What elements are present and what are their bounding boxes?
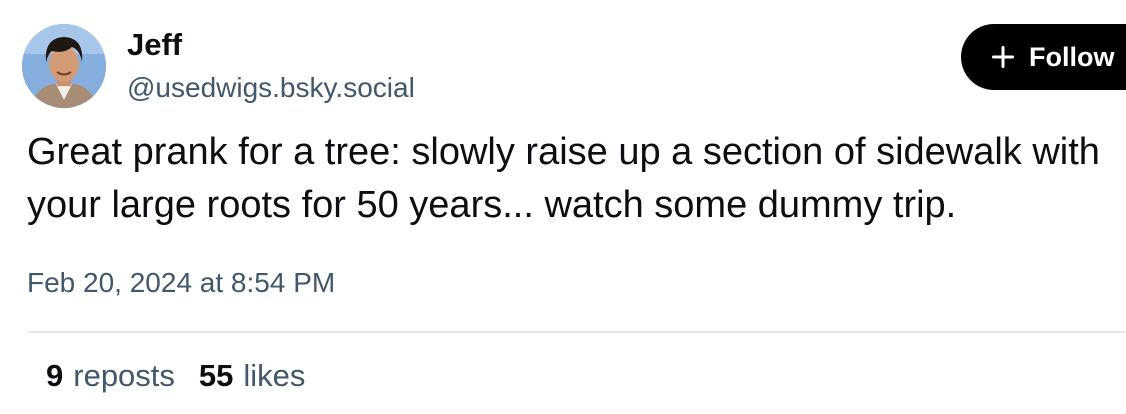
post-timestamp[interactable]: Feb 20, 2024 at 8:54 PM: [27, 265, 335, 301]
display-name[interactable]: Jeff: [127, 26, 182, 64]
likes-count: 55: [198, 358, 234, 393]
reposts-stat[interactable]: 9 reposts: [46, 356, 175, 396]
likes-label: likes: [243, 358, 306, 393]
post-stats: 9 reposts 55 likes: [46, 356, 305, 396]
likes-stat[interactable]: 55 likes: [199, 356, 306, 396]
follow-button[interactable]: Follow: [961, 24, 1126, 90]
divider: [27, 331, 1126, 333]
avatar[interactable]: [22, 24, 106, 108]
follow-button-label: Follow: [1029, 41, 1115, 72]
post-text: Great prank for a tree: slowly raise up …: [27, 131, 1100, 226]
avatar-image: [22, 24, 106, 108]
plus-icon: [992, 46, 1014, 68]
user-handle[interactable]: @usedwigs.bsky.social: [127, 70, 415, 106]
reposts-label: reposts: [73, 358, 175, 393]
reposts-count: 9: [46, 358, 64, 393]
